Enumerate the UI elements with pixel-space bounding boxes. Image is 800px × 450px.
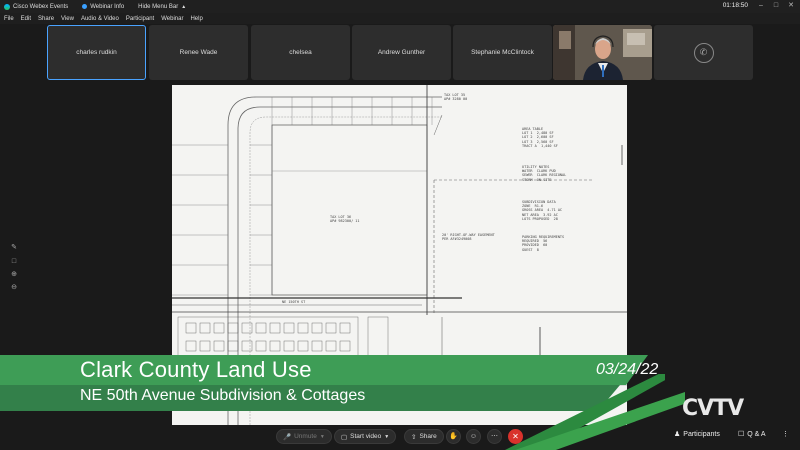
share-button[interactable]: ⇧ Share [404, 429, 444, 444]
cvtv-logo: CVTV [682, 396, 744, 421]
program-subtitle: NE 50th Avenue Subdivision & Cottages [80, 387, 366, 404]
tax-lot-35-label: TAX LOT 35 AP# 3280 00 [444, 93, 468, 102]
share-icon: ⇧ [411, 433, 417, 441]
program-date: 03/24/22 [596, 361, 659, 378]
qa-icon: ☐ [738, 431, 745, 438]
close-icon: ✕ [512, 432, 519, 441]
unmute-button[interactable]: 🎤 Unmute ▼ [276, 429, 332, 444]
more-options-button[interactable]: ⋯ [487, 429, 502, 444]
webinar-info-button[interactable]: Webinar Info [82, 4, 124, 10]
maximize-button[interactable]: □ [771, 1, 781, 11]
participant-tile[interactable]: Stephanie McClintock [453, 25, 552, 80]
speaker-video [553, 25, 652, 80]
hand-icon: ✋ [449, 433, 458, 440]
menu-edit[interactable]: Edit [21, 16, 31, 22]
menu-audio-video[interactable]: Audio & Video [81, 16, 119, 22]
participants-panel-button[interactable]: ♟ Participants [674, 430, 720, 439]
menu-help[interactable]: Help [190, 16, 202, 22]
participant-name: Renee Wade [179, 49, 218, 56]
hide-menu-bar-button[interactable]: Hide Menu Bar ▲ [138, 4, 186, 10]
easement-label: 20' RIGHT-OF-WAY EASEMENT PER AF#3249008 [442, 233, 495, 242]
app-title: Cisco Webex Events [4, 3, 69, 10]
close-window-button[interactable]: ✕ [786, 1, 796, 11]
street-label: NE 150TH ST [282, 300, 306, 304]
start-video-button[interactable]: ▢ Start video ▼ [334, 429, 397, 444]
legend-block: UTILITY NOTES WATER CLARK PUD SEWER CLAR… [522, 165, 567, 182]
phone-icon: ✆ [693, 42, 714, 63]
program-title: Clark County Land Use [80, 357, 312, 382]
menu-webinar[interactable]: Webinar [161, 16, 183, 22]
chevron-down-icon: ▼ [319, 433, 325, 440]
leave-meeting-button[interactable]: ✕ [508, 429, 523, 444]
start-video-label: Start video [350, 433, 382, 440]
qa-label: Q & A [747, 430, 766, 438]
info-icon [82, 4, 88, 9]
webinar-info-label: Webinar Info [90, 3, 125, 10]
pointer-icon[interactable]: ✎ [10, 244, 18, 252]
chevron-up-icon: ▲ [181, 3, 187, 10]
participant-name: chelsea [289, 49, 312, 56]
menu-bar: File Edit Share View Audio & Video Parti… [0, 13, 800, 24]
menu-participant[interactable]: Participant [126, 16, 154, 22]
participant-tile[interactable]: Renee Wade [149, 25, 248, 80]
menu-share[interactable]: Share [38, 16, 54, 22]
menu-file[interactable]: File [4, 16, 14, 22]
zoom-out-icon[interactable]: ⊖ [10, 284, 18, 292]
webex-logo-icon [4, 3, 10, 10]
hide-menu-bar-label: Hide Menu Bar [138, 3, 179, 10]
microphone-muted-icon: 🎤 [283, 433, 292, 441]
reactions-button[interactable]: ☺ [466, 429, 481, 444]
legend-block: AREA TABLE LOT 1 2,480 SF LOT 2 2,600 SF… [522, 127, 558, 148]
raise-hand-button[interactable]: ✋ [446, 429, 461, 444]
menu-view[interactable]: View [61, 16, 74, 22]
participant-name: Stephanie McClintock [471, 49, 534, 56]
tax-lot-36-label: TAX LOT 36 AP# 982300/ 11 [330, 215, 360, 224]
camera-icon: ▢ [341, 433, 348, 441]
participant-tile[interactable]: charles rudkin [47, 25, 146, 80]
legend-block: PARKING REQUIREMENTS REQUIRED 56 PROVIDE… [522, 235, 565, 252]
meeting-timer: 01:18:50 [722, 2, 748, 9]
legend-block: SUBDIVISION DATA ZONE R1-6 GROSS AREA 4.… [522, 200, 563, 221]
participant-name: charles rudkin [76, 49, 117, 56]
title-bar: Cisco Webex Events Webinar Info Hide Men… [0, 0, 800, 13]
smiley-icon: ☺ [469, 433, 478, 440]
zoom-in-icon[interactable]: ⊕ [10, 271, 18, 279]
participant-name: Andrew Gunther [377, 49, 426, 56]
participant-tile[interactable]: Andrew Gunther [352, 25, 451, 80]
qa-panel-button[interactable]: ☐ Q & A [738, 430, 766, 439]
more-icon: ⋯ [491, 433, 498, 440]
more-panels-icon[interactable]: ⋮ [782, 430, 789, 438]
participants-label: Participants [683, 430, 720, 438]
participant-tile[interactable]: chelsea [251, 25, 350, 80]
people-icon: ♟ [674, 431, 681, 438]
chevron-down-icon: ▼ [384, 433, 390, 440]
audio-only-tile[interactable]: ✆ [654, 25, 753, 80]
app-name: Cisco Webex Events [13, 3, 69, 10]
unmute-label: Unmute [294, 433, 317, 440]
share-label: Share [419, 433, 437, 440]
minimize-button[interactable]: – [756, 1, 766, 11]
meeting-controls: 🎤 Unmute ▼ ▢ Start video ▼ ⇧ Share ✋ ☺ ⋯… [0, 424, 800, 450]
speaker-video-tile[interactable] [553, 25, 652, 80]
fit-icon[interactable]: □ [10, 258, 18, 266]
